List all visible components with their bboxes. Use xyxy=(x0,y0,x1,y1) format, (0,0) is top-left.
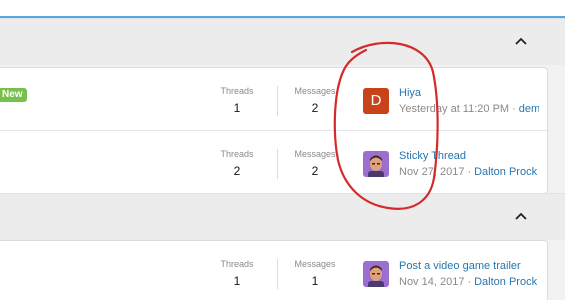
last-post-user-link[interactable]: demo xyxy=(519,103,539,115)
avatar-letter: D xyxy=(370,92,382,109)
threads-count: 2 xyxy=(233,164,241,178)
forum-row[interactable]: New Threads 1 Messages 2 D Hiya Yesterda… xyxy=(0,68,547,130)
chevron-up-icon xyxy=(515,37,527,45)
threads-count: 1 xyxy=(233,274,241,288)
forum-list-view: New Threads 1 Messages 2 D Hiya Yesterda… xyxy=(0,0,565,300)
messages-stat: Messages 1 xyxy=(290,259,340,288)
category-header xyxy=(0,193,565,240)
last-post-title-link[interactable]: Sticky Thread xyxy=(399,150,466,162)
user-avatar-photo-icon xyxy=(363,261,389,287)
threads-label: Threads xyxy=(220,86,254,96)
new-badge: New xyxy=(0,88,27,102)
stat-divider xyxy=(277,86,278,116)
last-post-date: Nov 14, 2017 xyxy=(399,276,465,288)
meta-separator: · xyxy=(467,166,472,178)
collapse-button[interactable] xyxy=(513,208,529,224)
last-post-meta: Yesterday at 11:20 PM·demo xyxy=(399,103,539,115)
last-post-date: Yesterday at 11:20 PM xyxy=(399,103,510,115)
threads-stat: Threads 2 xyxy=(212,149,262,178)
stat-divider xyxy=(277,149,278,179)
last-post-meta: Nov 27, 2017 · Dalton Prock xyxy=(399,166,539,178)
messages-count: 2 xyxy=(311,164,319,178)
messages-label: Messages xyxy=(294,86,336,96)
user-avatar[interactable] xyxy=(363,261,389,287)
meta-separator: · xyxy=(467,276,472,288)
forum-panel: Threads 1 Messages 1 Post a video game t… xyxy=(0,240,548,300)
category-header xyxy=(0,18,565,65)
threads-label: Threads xyxy=(220,259,254,269)
messages-count: 1 xyxy=(311,274,319,288)
last-post-meta: Nov 14, 2017 · Dalton Prock xyxy=(399,276,539,288)
last-post-user-link[interactable]: Dalton Prock xyxy=(474,166,537,178)
threads-stat: Threads 1 xyxy=(212,259,262,288)
last-post-title-link[interactable]: Hiya xyxy=(399,87,421,99)
messages-label: Messages xyxy=(294,259,336,269)
last-post-date: Nov 27, 2017 xyxy=(399,166,465,178)
chevron-up-icon xyxy=(515,212,527,220)
forum-row[interactable]: Threads 1 Messages 1 Post a video game t… xyxy=(0,241,547,300)
user-avatar[interactable]: D xyxy=(363,88,389,114)
last-post-user-link[interactable]: Dalton Prock xyxy=(474,276,537,288)
stat-divider xyxy=(277,259,278,289)
threads-count: 1 xyxy=(233,101,241,115)
forum-row[interactable]: Threads 2 Messages 2 Sticky Thread Nov 2… xyxy=(0,130,547,193)
meta-separator: · xyxy=(512,103,516,115)
last-post-title-link[interactable]: Post a video game trailer xyxy=(399,260,521,272)
forum-panel: New Threads 1 Messages 2 D Hiya Yesterda… xyxy=(0,67,548,194)
messages-stat: Messages 2 xyxy=(290,86,340,115)
messages-count: 2 xyxy=(311,101,319,115)
user-avatar-photo-icon xyxy=(363,151,389,177)
collapse-button[interactable] xyxy=(513,33,529,49)
threads-stat: Threads 1 xyxy=(212,86,262,115)
top-bar xyxy=(0,0,565,18)
user-avatar[interactable] xyxy=(363,151,389,177)
messages-label: Messages xyxy=(294,149,336,159)
messages-stat: Messages 2 xyxy=(290,149,340,178)
threads-label: Threads xyxy=(220,149,254,159)
